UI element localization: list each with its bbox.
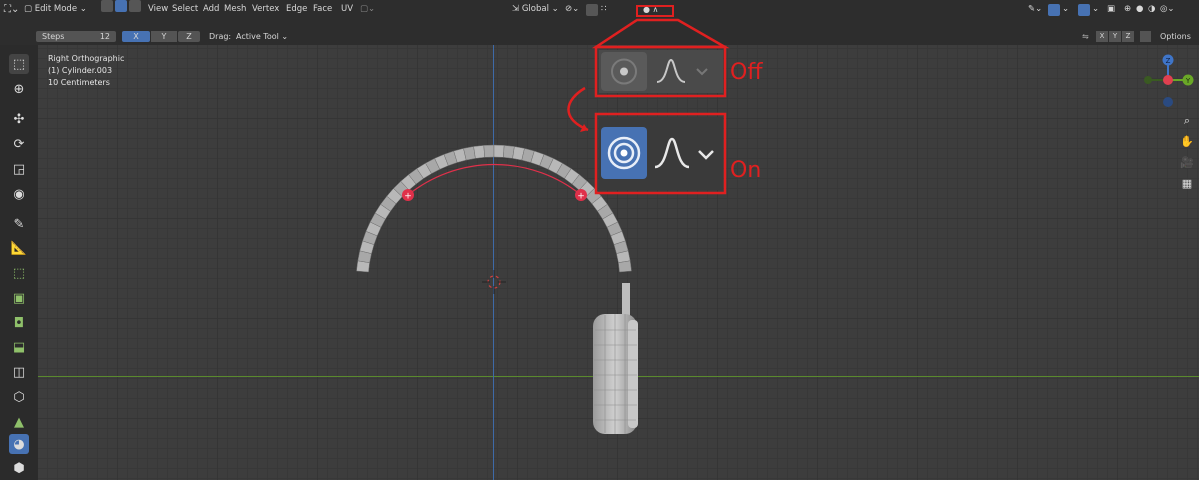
earcup-slider[interactable] [622, 283, 630, 319]
headband-segment[interactable] [493, 144, 505, 158]
earcup-mesh[interactable] [593, 314, 638, 434]
x-axis-icon[interactable] [1163, 75, 1173, 85]
callout-connector [591, 18, 730, 49]
proportional-editing-icon [611, 58, 637, 85]
neg-y-axis-icon[interactable] [1144, 76, 1152, 84]
off-label: Off [730, 60, 763, 85]
on-label: On [730, 158, 762, 183]
neg-z-axis-icon[interactable] [1163, 97, 1173, 107]
callout-arrow [567, 86, 589, 132]
falloff-curve-on[interactable] [651, 127, 721, 179]
grid-view-icon[interactable]: ▦ [1180, 177, 1194, 191]
zoom-icon[interactable]: ⌕ [1180, 114, 1194, 128]
svg-text:Y: Y [1185, 77, 1191, 85]
headband-segment[interactable] [473, 145, 485, 159]
plus-icon: + [577, 192, 585, 202]
pan-hand-icon[interactable]: ✋ [1180, 135, 1194, 149]
falloff-curve-icon [656, 58, 686, 83]
proportional-editing-on-preview [599, 117, 723, 190]
chevron-down-icon [696, 68, 708, 76]
proportional-editing-toggle-on[interactable] [601, 127, 647, 179]
navigation-gizmo[interactable]: Z Y [1140, 52, 1196, 110]
falloff-curve-icon [654, 137, 690, 169]
svg-text:Z: Z [1166, 57, 1171, 65]
proportional-editing-toggle-off[interactable] [601, 52, 647, 91]
falloff-curve-off[interactable] [651, 52, 721, 91]
plus-icon: + [404, 192, 412, 202]
headband-segment[interactable] [618, 260, 632, 273]
3d-cursor-icon [482, 270, 506, 294]
chevron-down-icon [698, 150, 714, 160]
proportional-editing-icon [607, 136, 641, 170]
headband-segment[interactable] [483, 144, 495, 158]
camera-icon[interactable]: 🎥 [1180, 156, 1194, 170]
proportional-editing-off-preview [599, 50, 723, 93]
